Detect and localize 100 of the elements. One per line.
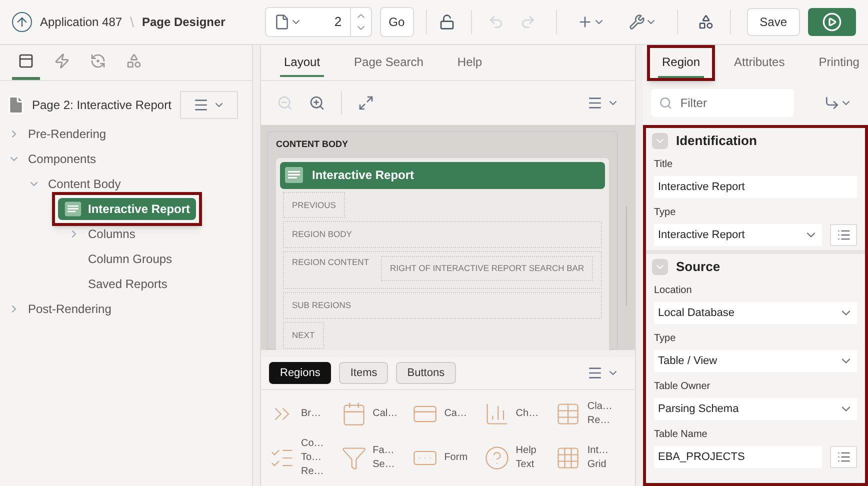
table-icon — [555, 401, 582, 427]
expand-icon[interactable] — [358, 95, 374, 111]
page-title: Page Designer — [142, 14, 226, 31]
tree-item[interactable]: Pre-Rendering — [28, 124, 106, 142]
breadcrumb-separator: \ — [130, 12, 134, 32]
wrench-icon — [628, 14, 645, 30]
report-icon — [64, 200, 82, 218]
undo-icon[interactable] — [488, 14, 504, 30]
tab[interactable]: Region — [658, 48, 704, 78]
select-field[interactable]: Table / View — [654, 350, 857, 372]
tree-item[interactable]: Saved Reports — [88, 274, 168, 292]
collapse-caret-icon[interactable] — [652, 259, 668, 275]
gallery-item[interactable]: Form — [412, 438, 484, 478]
gallery-item[interactable]: Co… To… Re… — [269, 438, 341, 478]
select-field[interactable]: Parsing Schema — [654, 398, 857, 420]
drop-slot: SUB REGIONS — [283, 292, 602, 319]
gallery-item[interactable]: Int… Grid — [555, 438, 627, 478]
gallery-tab[interactable]: Regions — [269, 362, 332, 384]
select-field[interactable]: Interactive Report — [654, 224, 822, 246]
section-title: Source — [676, 258, 720, 276]
tree-item[interactable]: Components — [28, 150, 96, 168]
goto-menu[interactable] — [824, 95, 852, 111]
tree-item[interactable]: Column Groups — [88, 250, 172, 268]
gallery-item[interactable]: Br… — [269, 394, 341, 434]
select-field[interactable]: Local Database — [654, 302, 857, 324]
menu-icon — [587, 365, 603, 381]
tree-item[interactable]: Content Body — [48, 174, 121, 192]
calendar-icon — [340, 401, 367, 427]
list-button[interactable] — [830, 446, 857, 468]
grid-icon — [555, 445, 582, 471]
menu-button[interactable] — [587, 365, 619, 381]
go-button[interactable]: Go — [380, 7, 414, 37]
tree-item[interactable]: Post-Rendering — [28, 300, 112, 318]
drop-slot: PREVIOUS — [283, 192, 345, 218]
tab[interactable]: Help — [453, 48, 486, 77]
page-number-field[interactable]: 2 — [264, 7, 372, 37]
collapse-caret-icon[interactable] — [652, 133, 668, 149]
region-title: Interactive Report — [312, 167, 414, 184]
tree-item[interactable]: Columns — [88, 224, 136, 242]
zoom-in-icon[interactable] — [309, 95, 325, 111]
app-link[interactable]: Application 487 — [40, 13, 122, 31]
drop-slot: RIGHT OF INTERACTIVE REPORT SEARCH BAR — [380, 256, 594, 281]
shapes-icon[interactable] — [698, 14, 714, 30]
tree-item-label: Interactive Report — [88, 200, 190, 218]
list-button[interactable] — [830, 224, 857, 246]
menu-icon — [587, 95, 603, 111]
field-label: Type — [654, 332, 677, 346]
tab[interactable]: Printing — [814, 48, 864, 78]
list-icon — [836, 450, 850, 464]
menu-icon — [193, 97, 209, 113]
tab[interactable]: Attributes — [730, 48, 789, 78]
gallery-tab[interactable]: Buttons — [396, 362, 456, 384]
lightning-icon — [54, 53, 70, 69]
field-label: Table Owner — [654, 380, 712, 394]
bar-chart-icon — [484, 401, 510, 427]
menu-button[interactable] — [180, 91, 238, 119]
unlock-icon[interactable] — [438, 14, 455, 30]
field-label: Location — [654, 284, 693, 298]
funnel-icon — [340, 445, 367, 471]
utilities-menu[interactable] — [628, 14, 657, 30]
gallery-item[interactable]: Cla… Re… — [555, 394, 627, 434]
save-button[interactable]: Save — [746, 8, 800, 36]
body-title: CONTENT BODY — [276, 138, 349, 151]
turn-arrow-icon — [824, 95, 840, 111]
cycle-icon — [90, 53, 106, 69]
tab[interactable]: Layout — [280, 48, 324, 77]
filter-input[interactable]: Filter — [680, 94, 786, 112]
gallery-item[interactable]: Help Text — [484, 438, 556, 478]
play-icon — [822, 12, 842, 32]
redo-icon[interactable] — [520, 14, 536, 30]
gallery-item[interactable]: Ch… — [484, 394, 556, 434]
drop-slot: NEXT — [283, 322, 324, 348]
field-label: Table Name — [654, 428, 708, 442]
tree-item[interactable]: Interactive Report — [58, 198, 196, 220]
help-icon — [484, 445, 510, 471]
gallery-tab[interactable]: Items — [339, 362, 388, 384]
page-number: 2 — [334, 13, 342, 32]
gallery-item[interactable]: Fa… Se… — [340, 438, 412, 478]
zoom-out-icon[interactable] — [277, 95, 293, 111]
shapes-icon — [126, 53, 142, 69]
region-header[interactable]: Interactive Report — [280, 162, 606, 188]
text-field[interactable]: Interactive Report — [654, 176, 857, 198]
page-icon — [6, 95, 26, 115]
tab[interactable]: Page Search — [350, 48, 428, 77]
field-label: Type — [654, 206, 677, 220]
section-title: Identification — [676, 132, 757, 150]
field-label: Title — [654, 158, 674, 172]
page-icon[interactable] — [274, 14, 290, 30]
plus-icon — [576, 14, 593, 30]
page-label: Page 2: Interactive Report — [32, 97, 172, 114]
layout-icon — [18, 53, 34, 69]
create-menu[interactable] — [576, 14, 605, 30]
run-button[interactable] — [808, 8, 856, 36]
gallery-item[interactable]: Ca… — [412, 394, 484, 434]
gallery-item[interactable]: Cal… — [340, 394, 412, 434]
menu-button[interactable] — [587, 95, 619, 111]
text-field[interactable]: EBA_PROJECTS — [654, 446, 822, 468]
search-icon — [659, 95, 672, 111]
slot-label: REGION CONTENT — [292, 256, 369, 269]
filter-field[interactable]: Filter — [651, 89, 794, 117]
